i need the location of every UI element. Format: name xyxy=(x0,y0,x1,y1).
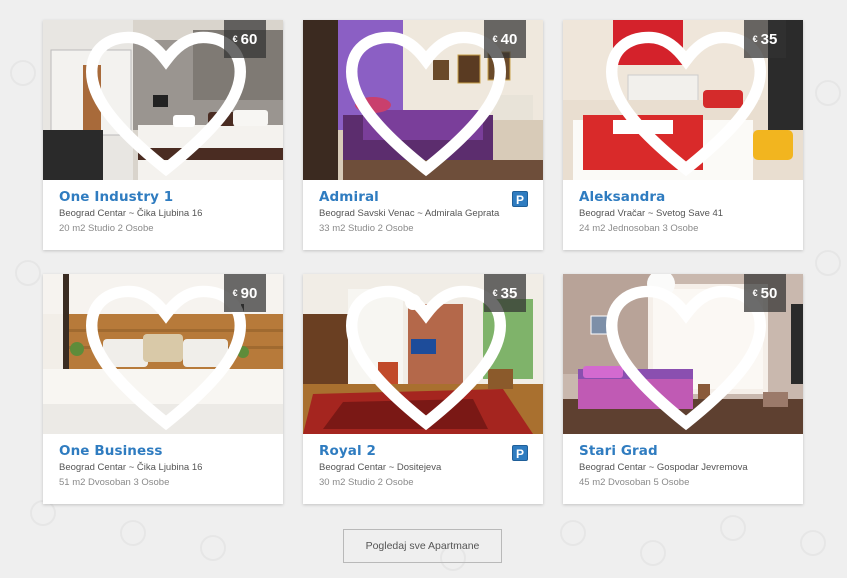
price-badge: € 40 xyxy=(484,20,526,58)
apartment-card[interactable]: € 40 Admiral Beograd Savski Venac ~ Admi… xyxy=(303,20,543,250)
apartment-address: Beograd Centar ~ Gospodar Jevremova xyxy=(579,462,748,473)
apartment-card[interactable]: € 35 Royal 2 Beograd Centar ~ Dositejeva… xyxy=(303,274,543,504)
apartment-name[interactable]: One Business xyxy=(59,443,267,459)
apartment-address: Beograd Savski Venac ~ Admirala Geprata xyxy=(319,208,500,219)
apartment-photo[interactable]: € 60 xyxy=(43,20,283,180)
parking-icon: P xyxy=(512,191,528,207)
apartment-name[interactable]: One Industry 1 xyxy=(59,189,267,205)
price-badge: € 90 xyxy=(224,274,266,312)
apartment-card[interactable]: € 35 Aleksandra Beograd Vračar ~ Svetog … xyxy=(563,20,803,250)
apartment-specs: 45 m2 Dvosoban 5 Osobe xyxy=(579,477,690,488)
parking-icon: P xyxy=(512,445,528,461)
apartment-name[interactable]: Stari Grad xyxy=(579,443,787,459)
price-badge: € 35 xyxy=(744,20,786,58)
apartment-name[interactable]: Royal 2 xyxy=(319,443,527,459)
price-value: 35 xyxy=(500,284,518,302)
apartment-photo[interactable]: € 50 xyxy=(563,274,803,434)
currency-symbol: € xyxy=(232,288,238,298)
apartment-specs: 51 m2 Dvosoban 3 Osobe xyxy=(59,477,170,488)
apartment-specs: 24 m2 Jednosoban 3 Osobe xyxy=(579,223,699,234)
apartment-card[interactable]: € 50 Stari Grad Beograd Centar ~ Gospoda… xyxy=(563,274,803,504)
apartment-photo[interactable]: € 40 xyxy=(303,20,543,180)
apartment-address: Beograd Centar ~ Dositejeva xyxy=(319,462,442,473)
apartment-info: Royal 2 Beograd Centar ~ Dositejeva 30 m… xyxy=(303,434,543,488)
price-value: 35 xyxy=(760,30,778,48)
price-badge: € 60 xyxy=(224,20,266,58)
currency-symbol: € xyxy=(232,34,238,44)
apartment-grid: € 60 One Industry 1 Beograd Centar ~ Čik… xyxy=(43,20,803,504)
apartment-info: Aleksandra Beograd Vračar ~ Svetog Save … xyxy=(563,180,803,234)
apartment-info: One Industry 1 Beograd Centar ~ Čika Lju… xyxy=(43,180,283,234)
apartment-address: Beograd Vračar ~ Svetog Save 41 xyxy=(579,208,724,219)
apartment-photo[interactable]: € 35 xyxy=(563,20,803,180)
currency-symbol: € xyxy=(492,288,498,298)
currency-symbol: € xyxy=(752,34,758,44)
apartment-address: Beograd Centar ~ Čika Ljubina 16 xyxy=(59,462,203,473)
currency-symbol: € xyxy=(492,34,498,44)
apartment-info: One Business Beograd Centar ~ Čika Ljubi… xyxy=(43,434,283,488)
apartment-info: Admiral Beograd Savski Venac ~ Admirala … xyxy=(303,180,543,234)
apartment-name[interactable]: Aleksandra xyxy=(579,189,787,205)
price-value: 90 xyxy=(240,284,258,302)
apartment-specs: 33 m2 Studio 2 Osobe xyxy=(319,223,414,234)
apartment-card[interactable]: € 90 One Business Beograd Centar ~ Čika … xyxy=(43,274,283,504)
price-badge: € 35 xyxy=(484,274,526,312)
apartment-specs: 30 m2 Studio 2 Osobe xyxy=(319,477,414,488)
apartment-photo[interactable]: € 90 xyxy=(43,274,283,434)
currency-symbol: € xyxy=(752,288,758,298)
apartment-photo[interactable]: € 35 xyxy=(303,274,543,434)
price-value: 50 xyxy=(760,284,778,302)
apartment-name[interactable]: Admiral xyxy=(319,189,527,205)
apartment-info: Stari Grad Beograd Centar ~ Gospodar Jev… xyxy=(563,434,803,488)
price-value: 40 xyxy=(500,30,518,48)
view-all-apartments-button[interactable]: Pogledaj sve Apartmane xyxy=(343,529,502,563)
apartment-specs: 20 m2 Studio 2 Osobe xyxy=(59,223,154,234)
price-badge: € 50 xyxy=(744,274,786,312)
price-value: 60 xyxy=(240,30,258,48)
apartment-card[interactable]: € 60 One Industry 1 Beograd Centar ~ Čik… xyxy=(43,20,283,250)
apartment-address: Beograd Centar ~ Čika Ljubina 16 xyxy=(59,208,203,219)
